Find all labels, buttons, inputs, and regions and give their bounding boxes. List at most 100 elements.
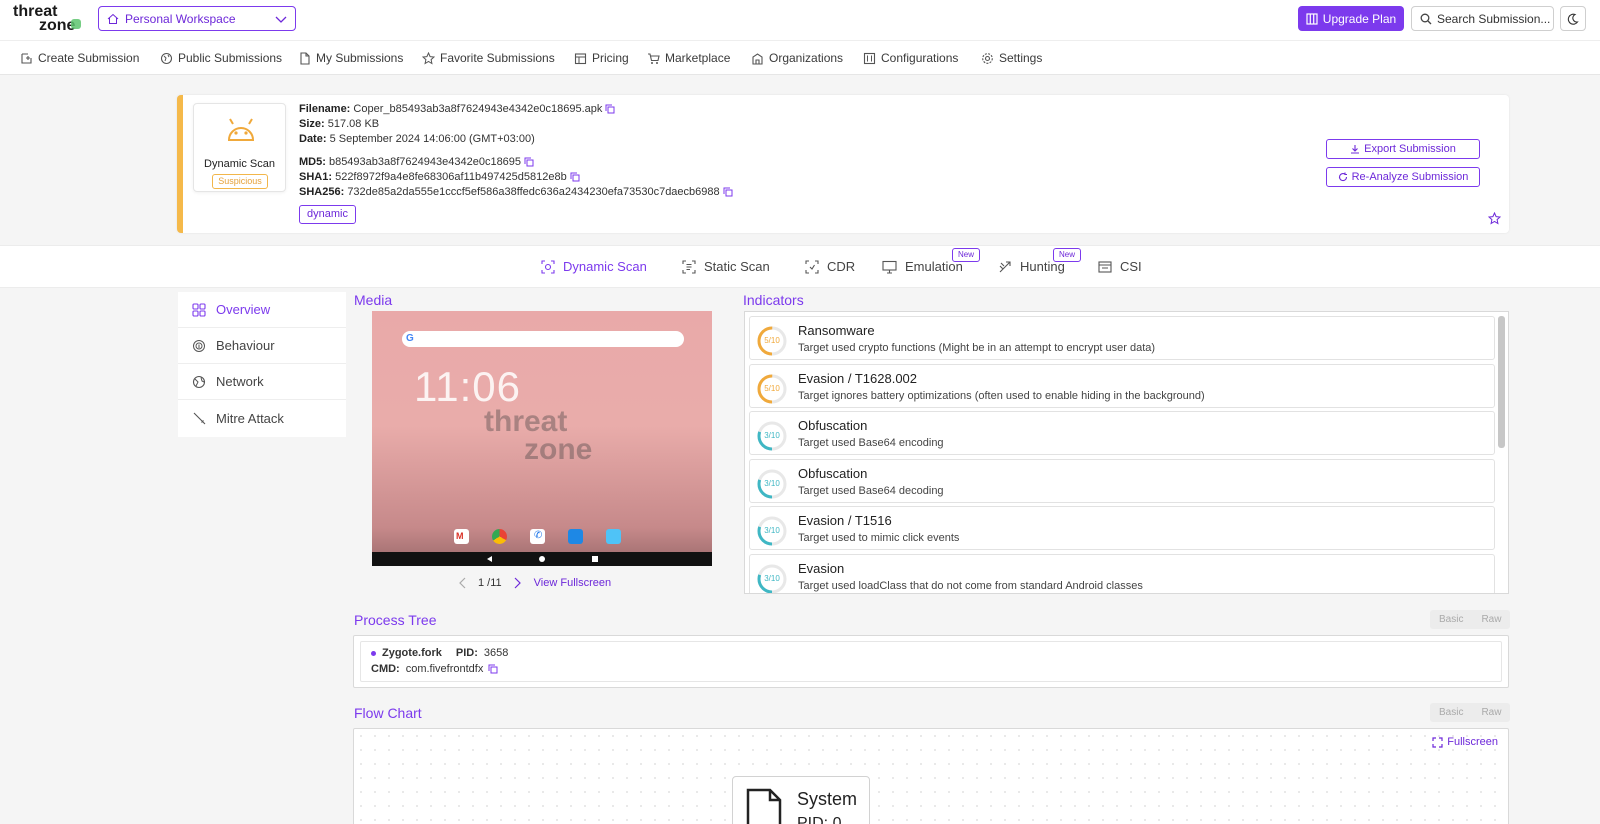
nav-settings[interactable]: Settings (981, 51, 1042, 65)
nav-create-submission[interactable]: Create Submission (20, 51, 139, 65)
indicators-scrollbar[interactable] (1498, 316, 1505, 448)
submission-card: Dynamic Scan Suspicious Filename: Coper_… (177, 95, 1509, 233)
csi-icon (1098, 260, 1112, 273)
threatzone-watermark: threat zone (484, 405, 593, 466)
nav-configurations[interactable]: Configurations (863, 51, 958, 65)
view-fullscreen-link[interactable]: View Fullscreen (534, 577, 611, 589)
indicator-item[interactable]: 3/10 Obfuscation Target used Base64 decodi… (749, 458, 1495, 503)
tab-hunting[interactable]: Hunting New (998, 248, 1082, 274)
md5-row: MD5: b85493ab3a8f7624943e4342e0c18695 (299, 155, 733, 170)
chevron-left-icon[interactable] (458, 577, 468, 589)
star-icon (422, 51, 435, 65)
indicator-item[interactable]: 3/10 Obfuscation Target used Base64 encodi… (749, 411, 1495, 455)
side-item-behaviour[interactable]: Behaviour (178, 328, 346, 364)
fullscreen-icon (1432, 736, 1443, 748)
nav-organizations[interactable]: Organizations (751, 51, 843, 65)
search-submission-button[interactable]: Search Submission... (1411, 6, 1554, 31)
grid-icon (192, 302, 206, 317)
theme-toggle-button[interactable] (1560, 6, 1586, 31)
gear-icon (982, 52, 993, 64)
tab-dynamic-scan[interactable]: Dynamic Scan (541, 259, 647, 274)
new-badge: New (952, 248, 981, 262)
threatzone-logo[interactable]: threat zone (13, 4, 81, 34)
tab-emulation[interactable]: Emulation New (882, 248, 981, 274)
search-icon (1420, 13, 1432, 24)
android-icon (227, 118, 255, 141)
indicator-item[interactable]: 3/10 Evasion Target used loadClass that do… (749, 553, 1495, 593)
fullscreen-button[interactable]: Fullscreen (1432, 736, 1498, 748)
export-submission-button[interactable]: Export Submission (1326, 139, 1480, 159)
score-ring: 3/10 (756, 515, 788, 547)
reanalyze-submission-button[interactable]: Re-Analyze Submission (1326, 167, 1480, 187)
copy-icon[interactable] (605, 104, 615, 114)
top-bar: threat zone Personal Workspace Upgrade P… (0, 0, 1600, 40)
scan-type-box: Dynamic Scan Suspicious (193, 103, 286, 192)
media-screenshot[interactable]: G 11:06 threat zone M ✆ (372, 311, 712, 566)
favorite-star-icon[interactable] (1488, 212, 1501, 225)
nav-pricing[interactable]: Pricing (574, 51, 629, 65)
nav-marketplace[interactable]: Marketplace (647, 51, 730, 65)
gmail-app-icon: M (454, 529, 469, 544)
tab-cdr[interactable]: CDR (805, 259, 855, 274)
device-clock: 11:06 (414, 363, 521, 410)
toggle-raw[interactable]: Raw (1472, 703, 1510, 722)
score-ring: 5/10 (756, 325, 788, 357)
file-icon (746, 788, 782, 824)
process-tree-view-toggle[interactable]: Basic Raw (1430, 610, 1511, 629)
create-icon (21, 52, 32, 64)
flow-chart-canvas[interactable]: Fullscreen System PID: 0 (353, 728, 1509, 824)
score-text: 5/10 (764, 383, 780, 393)
globe-icon (160, 52, 173, 64)
nav-my-submissions[interactable]: My Submissions (299, 51, 403, 65)
flow-node-system[interactable]: System PID: 0 (732, 776, 870, 824)
copy-icon[interactable] (570, 172, 580, 182)
home-circle-icon (539, 556, 545, 562)
side-item-mitre-attack[interactable]: Mitre Attack (178, 400, 346, 436)
score-ring: 5/10 (756, 373, 788, 405)
cdr-icon (805, 259, 819, 274)
media-title: Media (354, 292, 393, 308)
indicator-title: Ransomware (798, 323, 875, 338)
chevron-right-icon[interactable] (512, 577, 522, 589)
verdict-badge: Suspicious (212, 174, 268, 189)
phone-app-icon: ✆ (530, 529, 545, 544)
flow-chart-view-toggle[interactable]: Basic Raw (1430, 703, 1511, 722)
side-item-network[interactable]: Network (178, 364, 346, 400)
cart-icon (648, 52, 660, 64)
process-tree-panel: Zygote.fork PID: 3658 CMD: com.fivefront… (353, 635, 1509, 688)
nav-favorite-submissions[interactable]: Favorite Submissions (422, 51, 555, 65)
cmd-value: com.fivefrontdfx (405, 663, 484, 675)
copy-icon[interactable] (488, 664, 498, 674)
flow-chart-title: Flow Chart (354, 705, 422, 721)
toggle-basic[interactable]: Basic (1430, 610, 1472, 629)
recents-icon (592, 556, 598, 562)
indicator-title: Obfuscation (798, 418, 868, 433)
side-menu: Overview Behaviour Network Mitre Attack (178, 292, 346, 437)
indicator-description: Target ignores battery optimizations (of… (798, 389, 1205, 402)
indicator-description: Target used to mimic click events (798, 532, 960, 544)
process-node[interactable]: Zygote.fork PID: 3658 CMD: com.fivefront… (360, 641, 1502, 682)
nav-public-submissions[interactable]: Public Submissions (160, 51, 282, 65)
indicator-item[interactable]: 5/10 Ransomware Target used crypto functio… (749, 316, 1495, 360)
media-pager: 1 /11 View Fullscreen (458, 577, 611, 589)
dynamic-tag[interactable]: dynamic (299, 205, 356, 224)
chrome-app-icon (492, 529, 507, 544)
upgrade-plan-button[interactable]: Upgrade Plan (1298, 6, 1404, 31)
moon-icon (1567, 13, 1579, 25)
tab-static-scan[interactable]: Static Scan (682, 259, 770, 274)
scan-icon (541, 259, 555, 274)
indicator-title: Evasion / T1628.002 (798, 370, 918, 386)
score-text: 3/10 (764, 573, 780, 583)
indicator-item[interactable]: 3/10 Evasion / T1516 Target used to mimic … (749, 506, 1495, 550)
toggle-raw[interactable]: Raw (1472, 610, 1510, 629)
side-item-overview[interactable]: Overview (178, 292, 346, 328)
cmd-label: CMD: (371, 663, 400, 675)
workspace-select[interactable]: Personal Workspace (98, 6, 296, 31)
score-text: 3/10 (764, 431, 780, 440)
tab-csi[interactable]: CSI (1098, 259, 1142, 274)
toggle-basic[interactable]: Basic (1430, 703, 1472, 722)
copy-icon[interactable] (524, 157, 534, 167)
indicator-item[interactable]: 5/10 Evasion / T1628.002 Target ignores ba… (749, 363, 1495, 408)
date-row: Date: 5 September 2024 14:06:00 (GMT+03:… (299, 133, 535, 145)
copy-icon[interactable] (723, 187, 733, 197)
